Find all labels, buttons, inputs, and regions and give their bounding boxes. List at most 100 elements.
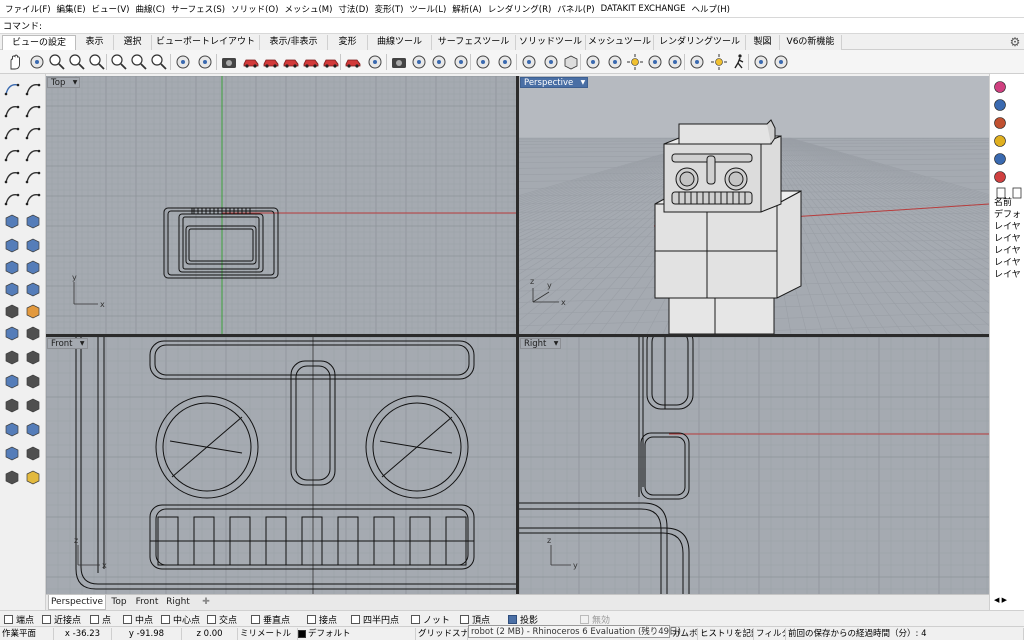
viewport-label-perspective[interactable]: Perspective ▼: [520, 77, 589, 88]
status-grid-snap[interactable]: グリッドスナップ: [416, 628, 468, 640]
zoom-dynamic-icon[interactable]: [130, 53, 148, 71]
zoom-target-icon[interactable]: [150, 53, 168, 71]
osnap-checkbox[interactable]: [161, 614, 170, 624]
status-history[interactable]: ヒストリを記録: [698, 628, 754, 640]
menu-item-0[interactable]: ファイル(F): [2, 3, 54, 15]
point-icon[interactable]: [24, 80, 42, 98]
box-solid-icon[interactable]: [3, 236, 21, 254]
viewport-tab-front[interactable]: Front: [132, 595, 162, 610]
arc-icon[interactable]: [3, 146, 21, 164]
osnap-checkbox[interactable]: [251, 614, 260, 624]
menu-item-4[interactable]: サーフェス(S): [168, 3, 228, 15]
osnap-checkbox[interactable]: [307, 614, 316, 624]
viewport-properties-icon[interactable]: [366, 53, 384, 71]
osnap-checkbox[interactable]: [207, 614, 216, 624]
menu-item-3[interactable]: 曲線(C): [133, 3, 169, 15]
car-red-icon[interactable]: [322, 53, 340, 71]
osnap-checkbox[interactable]: [42, 614, 51, 624]
box-icon[interactable]: [562, 53, 580, 71]
check-icon[interactable]: [3, 468, 21, 486]
rotate-icon[interactable]: [24, 372, 42, 390]
osnap-checkbox[interactable]: [508, 614, 517, 624]
car-red-icon[interactable]: [302, 53, 320, 71]
menu-item-6[interactable]: メッシュ(M): [281, 3, 335, 15]
target-icon[interactable]: [520, 53, 538, 71]
status-filter[interactable]: フィルタ: [754, 628, 786, 640]
tab-1[interactable]: 表示: [76, 35, 114, 50]
osnap-9[interactable]: ノット: [411, 613, 450, 626]
surface-corner-icon[interactable]: [3, 212, 21, 230]
tab-9[interactable]: メッシュツール: [586, 35, 654, 50]
viewport-right[interactable]: y z Right ▼: [519, 337, 989, 594]
osnap-checkbox[interactable]: [460, 614, 469, 624]
cylinder-icon[interactable]: [584, 53, 602, 71]
menu-item-8[interactable]: 変形(T): [372, 3, 407, 15]
fillet-curve-icon[interactable]: [3, 190, 21, 208]
light-icon[interactable]: [626, 53, 644, 71]
menu-item-2[interactable]: ビュー(V): [89, 3, 133, 15]
ellipse-icon[interactable]: [24, 124, 42, 142]
array-icon[interactable]: [24, 420, 42, 438]
zoom-extents-icon[interactable]: [88, 53, 106, 71]
analyze-icon[interactable]: [24, 444, 42, 462]
camera-capture-icon[interactable]: [390, 53, 408, 71]
car-red-icon[interactable]: [262, 53, 280, 71]
spotlight-icon[interactable]: [646, 53, 664, 71]
menu-item-10[interactable]: 解析(A): [449, 3, 484, 15]
curve-icon[interactable]: [24, 102, 42, 120]
command-input[interactable]: [42, 19, 1024, 32]
menu-item-12[interactable]: パネル(P): [554, 3, 597, 15]
osnap-6[interactable]: 垂直点: [251, 613, 290, 626]
osnap-1[interactable]: 近接点: [42, 613, 81, 626]
layout-icon[interactable]: [430, 53, 448, 71]
status-units[interactable]: ミリメートル: [238, 628, 298, 640]
menu-item-5[interactable]: ソリッド(O): [228, 3, 281, 15]
layer-row[interactable]: レイヤ: [994, 267, 1021, 280]
solid-edit-icon[interactable]: [24, 258, 42, 276]
boolean-union-icon[interactable]: [3, 324, 21, 342]
tab-12[interactable]: V6の新機能: [780, 35, 842, 50]
osnap-0[interactable]: 端点: [4, 613, 34, 626]
gear-icon[interactable]: ⚙: [1008, 35, 1022, 49]
block-icon[interactable]: [24, 468, 42, 486]
viewport-tab-right[interactable]: Right: [164, 595, 192, 610]
trim-icon[interactable]: [3, 348, 21, 366]
status-cplane[interactable]: 作業平面: [0, 628, 54, 640]
osnap-checkbox[interactable]: [4, 614, 13, 624]
copy-layer-icon[interactable]: [1010, 186, 1024, 200]
status-layer[interactable]: デフォルト: [298, 628, 416, 640]
explode-icon[interactable]: [24, 302, 42, 320]
viewport-label-front[interactable]: Front ▼: [47, 338, 88, 349]
viewport-tab-top[interactable]: Top: [108, 595, 130, 610]
zoom-icon[interactable]: [48, 53, 66, 71]
mesh-sphere-icon[interactable]: [24, 280, 42, 298]
surface-extrude-icon[interactable]: [24, 212, 42, 230]
split-icon[interactable]: [3, 302, 21, 320]
snap-grid-icon[interactable]: [3, 444, 21, 462]
circle-icon[interactable]: [3, 124, 21, 142]
tab-0[interactable]: ビューの設定: [2, 35, 76, 50]
set-view-icon[interactable]: [496, 53, 514, 71]
print-icon[interactable]: [410, 53, 428, 71]
tab-2[interactable]: 選択: [114, 35, 152, 50]
menu-item-14[interactable]: ヘルプ(H): [688, 3, 733, 15]
lamp-icon[interactable]: [666, 53, 684, 71]
polyline-icon[interactable]: [3, 102, 21, 120]
viewport-label-top[interactable]: Top ▼: [47, 77, 81, 88]
car-red-icon[interactable]: [282, 53, 300, 71]
transform-icon[interactable]: [3, 420, 21, 438]
hatch-icon[interactable]: [24, 396, 42, 414]
join-icon[interactable]: [24, 348, 42, 366]
tab-8[interactable]: ソリッドツール: [516, 35, 586, 50]
tab-6[interactable]: 曲線ツール: [368, 35, 432, 50]
layers-icon[interactable]: [993, 170, 1007, 184]
car-red-icon[interactable]: [344, 53, 362, 71]
pen-icon[interactable]: [993, 116, 1007, 130]
osnap-checkbox[interactable]: [90, 614, 99, 624]
monitor-icon[interactable]: [993, 152, 1007, 166]
undo-view-icon[interactable]: [174, 53, 192, 71]
polygon-icon[interactable]: [3, 168, 21, 186]
tab-4[interactable]: 表示/非表示: [260, 35, 328, 50]
brush-icon[interactable]: [752, 53, 770, 71]
viewport-perspective[interactable]: x y z Perspective ▼: [519, 76, 989, 334]
